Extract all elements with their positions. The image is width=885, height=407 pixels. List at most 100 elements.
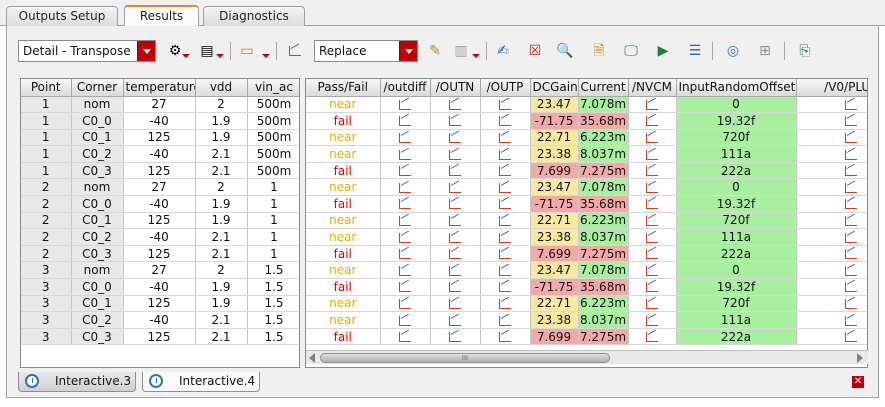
tab-interactive-3[interactable]: Interactive.3 (18, 372, 136, 392)
settings-dropdown-arrow[interactable] (182, 54, 190, 58)
waveform-plot-icon[interactable] (499, 332, 511, 343)
waveform-plot-icon[interactable] (646, 249, 658, 260)
table-row[interactable]: 3 C0_2 -40 2.1 1.5 (21, 311, 299, 329)
table-config-dropdown-arrow[interactable] (216, 54, 224, 58)
waveform-plot-icon[interactable] (399, 182, 411, 193)
tab-interactive-4[interactable]: Interactive.4 (142, 372, 260, 392)
waveform-plot-icon[interactable] (399, 166, 411, 177)
parameters-column-header[interactable]: temperature (123, 79, 196, 97)
results-column-header[interactable]: /OUTP (480, 79, 531, 97)
waveform-plot-icon[interactable] (399, 116, 411, 127)
outdiff-plot-cell[interactable] (380, 195, 431, 213)
waveform-plot-icon[interactable] (449, 232, 461, 243)
v0-plus-plot-cell[interactable] (796, 162, 867, 180)
waveform-plot-icon[interactable] (646, 332, 658, 343)
zoom-search-icon[interactable]: 🔍 (554, 40, 576, 62)
outp-plot-cell[interactable] (480, 228, 531, 246)
annotate-icon[interactable]: ✍ (492, 40, 514, 62)
waveform-plot-icon[interactable] (845, 249, 857, 260)
window-icon[interactable]: ▭ (236, 40, 258, 62)
v0-plus-plot-cell[interactable] (796, 295, 867, 313)
outdiff-plot-cell[interactable] (380, 245, 431, 263)
table-row[interactable]: 1 C0_1 125 1.9 500m (21, 129, 299, 147)
waveform-plot-icon[interactable] (499, 99, 511, 110)
table-row[interactable]: fail -71.75 35.68m 19.32f (306, 278, 867, 296)
document-icon[interactable]: 🗎 (588, 40, 610, 62)
table-row[interactable]: 1 nom 27 2 500m (21, 96, 299, 114)
v0-plus-plot-cell[interactable] (796, 112, 867, 130)
waveform-plot-icon[interactable] (449, 116, 461, 127)
waveform-plot-icon[interactable] (646, 232, 658, 243)
outdiff-plot-cell[interactable] (380, 261, 431, 280)
outp-plot-cell[interactable] (480, 96, 531, 114)
waveform-plot-icon[interactable] (499, 298, 511, 309)
outdiff-plot-cell[interactable] (380, 129, 431, 147)
filter-icon[interactable]: ☒ (524, 40, 546, 62)
waveform-plot-icon[interactable] (499, 132, 511, 143)
table-row[interactable]: 2 nom 27 2 1 (21, 178, 299, 197)
table-row[interactable]: fail 7.699 7.275m 222a (306, 328, 867, 346)
results-column-header[interactable]: /OUTN (430, 79, 481, 97)
mode-select[interactable]: Replace (314, 40, 418, 62)
waveform-plot-icon[interactable] (449, 149, 461, 160)
nvcm-plot-cell[interactable] (628, 295, 677, 313)
waveform-plot-icon[interactable] (499, 215, 511, 226)
outp-plot-cell[interactable] (480, 145, 531, 163)
table-row[interactable]: near 22.71 6.223m 720f (306, 129, 867, 147)
v0-plus-plot-cell[interactable] (796, 178, 867, 197)
settings-gear-icon[interactable]: ⚙ (164, 40, 186, 62)
nvcm-plot-cell[interactable] (628, 112, 677, 130)
table-row[interactable]: 2 C0_0 -40 1.9 1 (21, 195, 299, 213)
waveform-plot-icon[interactable] (845, 199, 857, 210)
outn-plot-cell[interactable] (430, 295, 481, 313)
waveform-plot-icon[interactable] (449, 332, 461, 343)
table-row[interactable]: near 23.38 8.037m 111a (306, 228, 867, 246)
outn-plot-cell[interactable] (430, 278, 481, 296)
table-row[interactable]: near 23.47 7.078m 0 (306, 96, 867, 114)
waveform-plot-icon[interactable] (499, 182, 511, 193)
waveform-plot-icon[interactable] (399, 132, 411, 143)
table-row[interactable]: 2 C0_3 125 2.1 1 (21, 245, 299, 263)
table-row[interactable]: fail -71.75 35.68m 19.32f (306, 112, 867, 130)
nvcm-plot-cell[interactable] (628, 261, 677, 280)
waveform-plot-icon[interactable] (449, 215, 461, 226)
waveform-plot-icon[interactable] (449, 249, 461, 260)
outn-plot-cell[interactable] (430, 162, 481, 180)
table-row[interactable]: near 23.38 8.037m 111a (306, 311, 867, 329)
waveform-plot-icon[interactable] (499, 232, 511, 243)
plot-icon[interactable] (284, 40, 306, 62)
nvcm-plot-cell[interactable] (628, 178, 677, 197)
v0-plus-plot-cell[interactable] (796, 145, 867, 163)
export-icon[interactable]: ⎘ (794, 40, 816, 62)
edit-pencil-icon[interactable]: ✎ (424, 40, 446, 62)
outdiff-plot-cell[interactable] (380, 178, 431, 197)
outp-plot-cell[interactable] (480, 162, 531, 180)
outp-plot-cell[interactable] (480, 278, 531, 296)
waveform-plot-icon[interactable] (449, 282, 461, 293)
v0-plus-plot-cell[interactable] (796, 328, 867, 346)
outdiff-plot-cell[interactable] (380, 295, 431, 313)
table-row[interactable]: 2 C0_2 -40 2.1 1 (21, 228, 299, 246)
waveform-plot-icon[interactable] (399, 215, 411, 226)
results-column-header[interactable]: Current (578, 79, 629, 97)
table-row[interactable]: 3 C0_3 125 2.1 1.5 (21, 328, 299, 346)
waveform-plot-icon[interactable] (646, 265, 658, 276)
waveform-plot-icon[interactable] (449, 315, 461, 326)
tab-outputs-setup[interactable]: Outputs Setup (6, 6, 118, 26)
close-tab-icon[interactable]: ✕ (852, 376, 864, 388)
table-row[interactable]: near 23.38 8.037m 111a (306, 145, 867, 163)
scroll-right-arrow[interactable] (857, 353, 863, 363)
waveform-plot-icon[interactable] (845, 99, 857, 110)
waveform-plot-icon[interactable] (646, 298, 658, 309)
waveform-plot-icon[interactable] (845, 265, 857, 276)
waveform-plot-icon[interactable] (499, 166, 511, 177)
waveform-plot-icon[interactable] (449, 166, 461, 177)
outdiff-plot-cell[interactable] (380, 278, 431, 296)
outn-plot-cell[interactable] (430, 195, 481, 213)
outn-plot-cell[interactable] (430, 228, 481, 246)
waveform-plot-icon[interactable] (499, 282, 511, 293)
outp-plot-cell[interactable] (480, 195, 531, 213)
outn-plot-cell[interactable] (430, 129, 481, 147)
v0-plus-plot-cell[interactable] (796, 129, 867, 147)
nvcm-plot-cell[interactable] (628, 311, 677, 329)
